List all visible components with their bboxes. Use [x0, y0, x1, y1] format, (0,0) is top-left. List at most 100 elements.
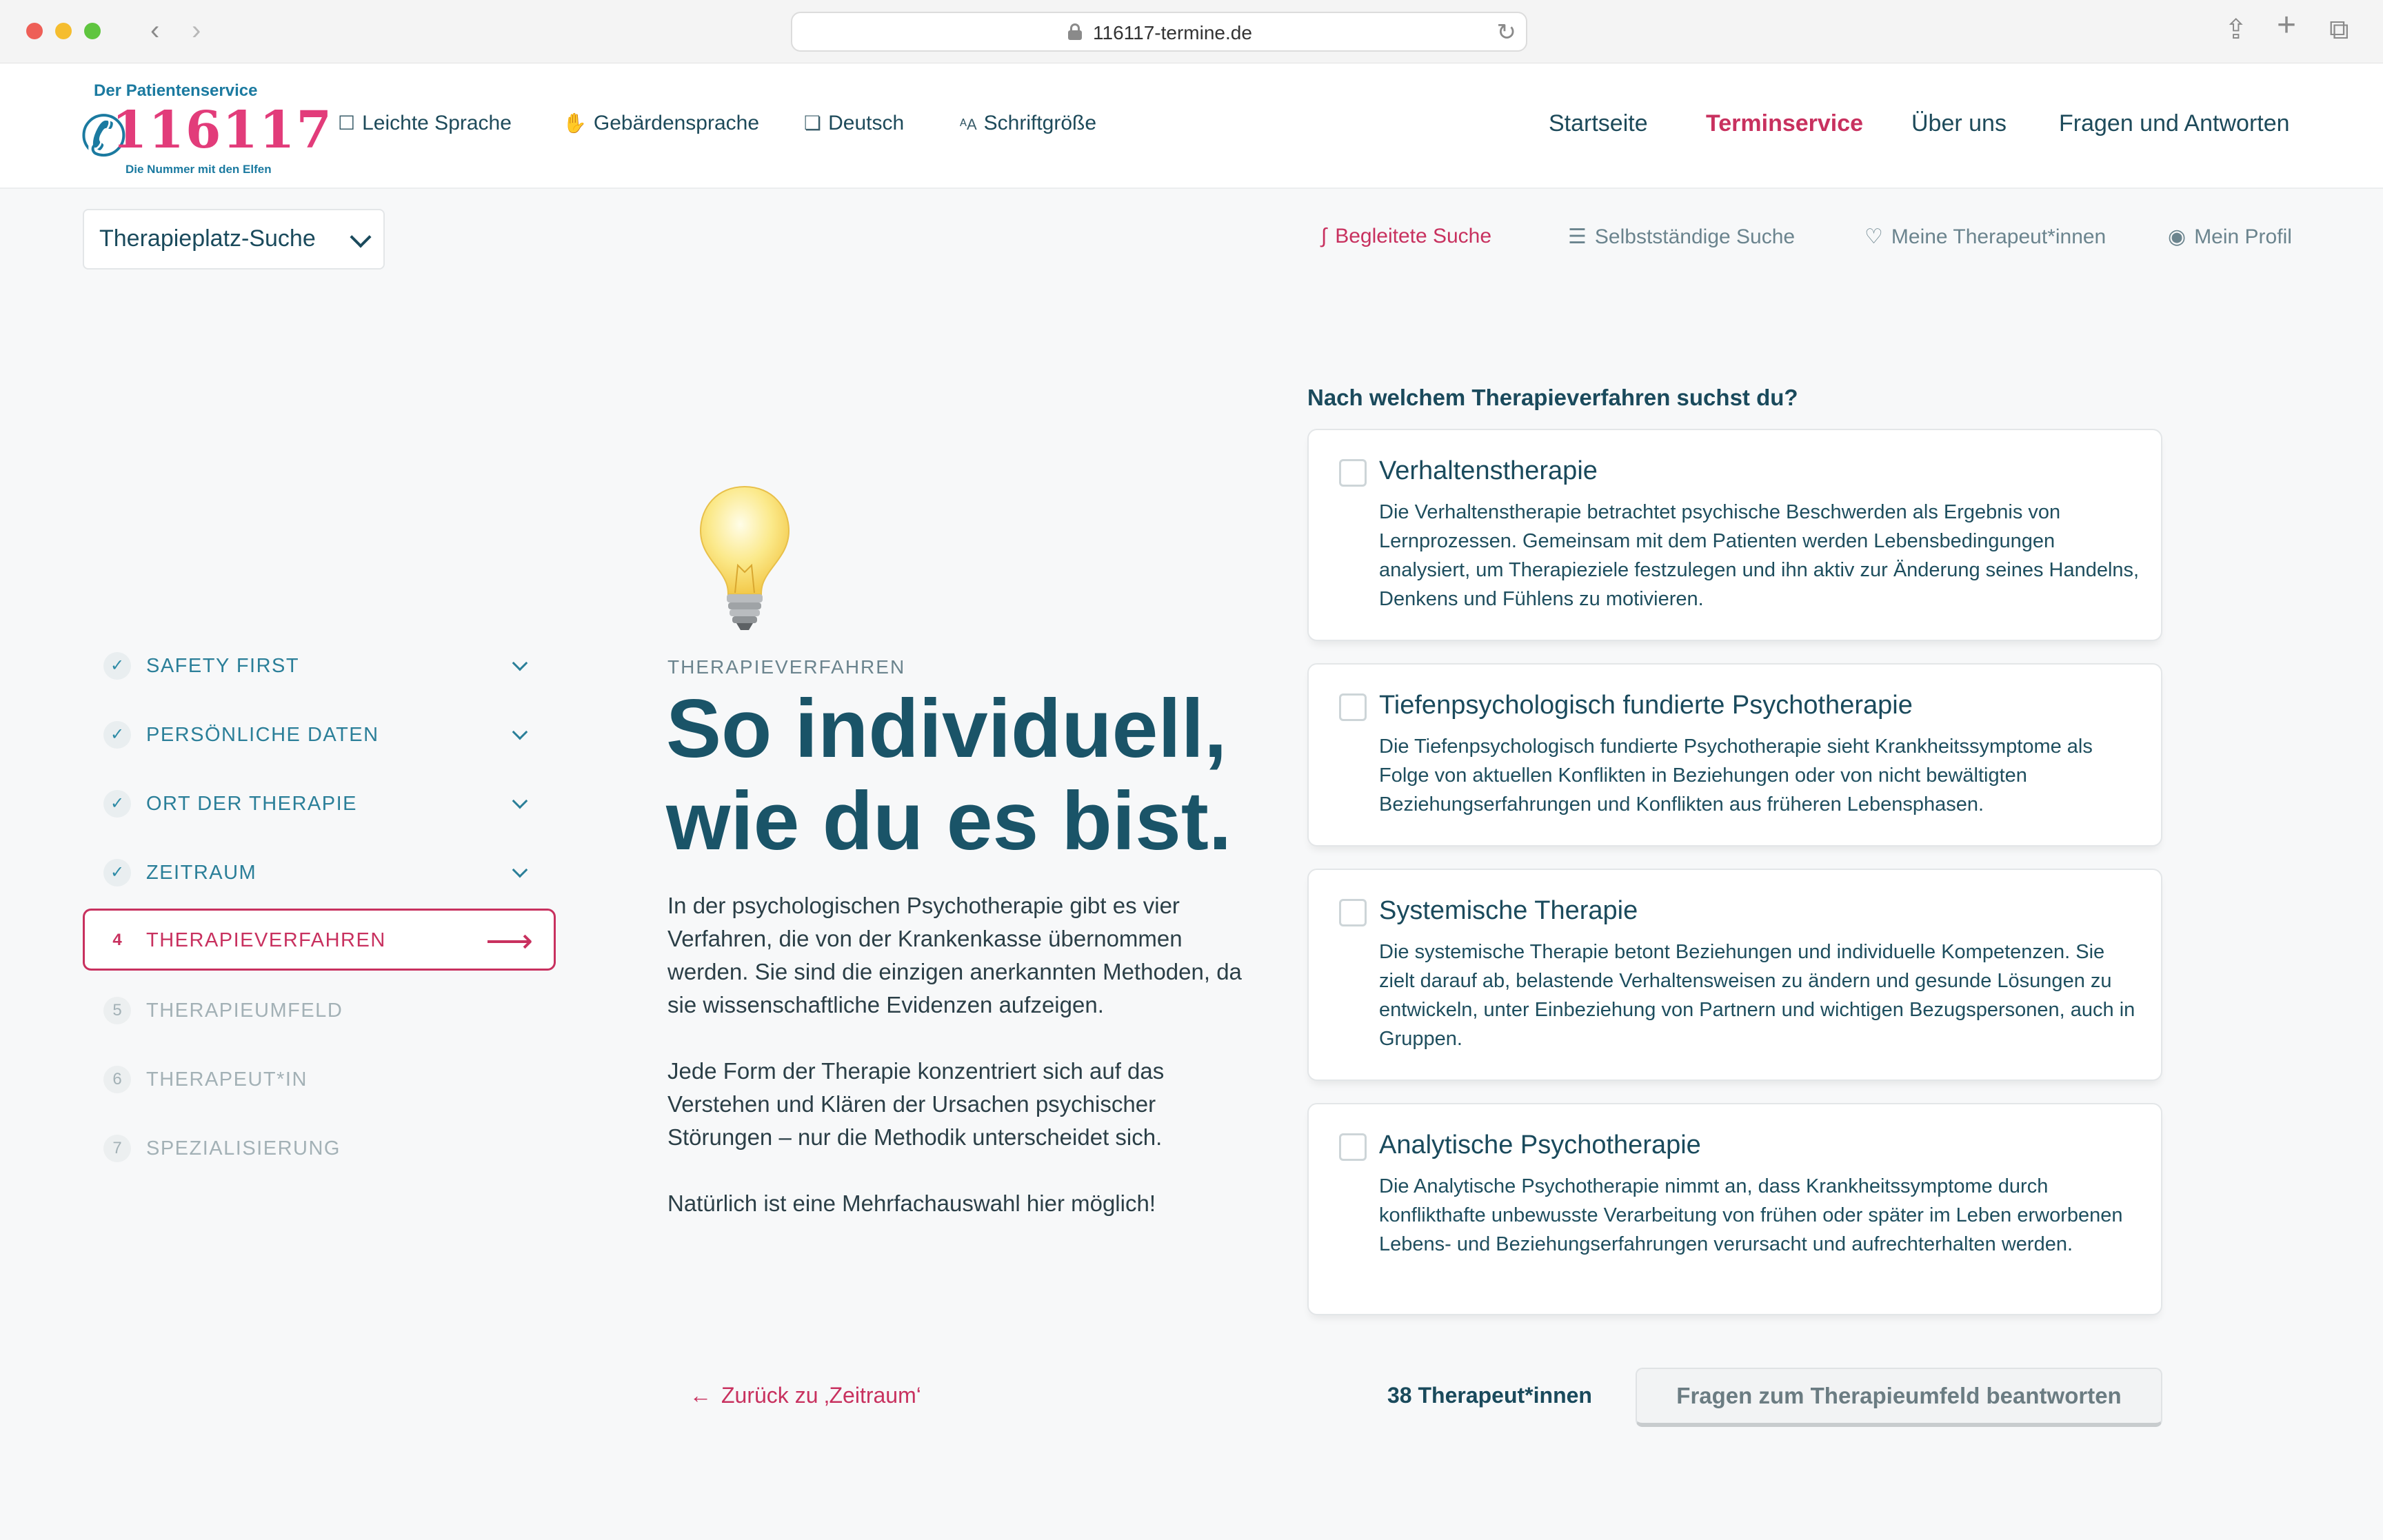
plus-icon[interactable]: + — [2277, 8, 2296, 43]
back-link-label: Zurück zu ‚Zeitraum‘ — [721, 1383, 921, 1408]
site-header: Der Patientenservice ✆ 116117 Die Nummer… — [0, 63, 2383, 189]
heart-icon: ♡ — [1864, 225, 1883, 248]
user-circle-icon: ◉ — [2168, 225, 2186, 248]
chevron-down-icon — [512, 724, 528, 740]
logo-number: 116117 — [112, 101, 333, 160]
intro-paragraph: Natürlich ist eine Mehrfachauswahl hier … — [667, 1191, 1156, 1216]
lightbulb-icon — [699, 485, 790, 630]
lock-icon — [1068, 23, 1082, 40]
option-title: Verhaltenstherapie — [1379, 456, 1598, 485]
option-checkbox[interactable] — [1339, 693, 1367, 721]
sign-language-link[interactable]: ✋ Gebärdensprache — [563, 112, 759, 135]
tab-begleitete-suche-label: Begleitete Suche — [1335, 225, 1492, 247]
option-checkbox[interactable] — [1339, 459, 1367, 487]
share-icon[interactable]: ⇪ — [2224, 12, 2248, 47]
step-label: ORT DER THERAPIE — [146, 793, 358, 815]
logo[interactable]: Der Patientenservice ✆ 116117 Die Nummer… — [80, 81, 332, 176]
nav-terminservice[interactable]: Terminservice — [1706, 110, 1863, 137]
step-persoenliche-daten[interactable]: ✓ PERSÖNLICHE DATEN — [83, 703, 556, 765]
option-description: Die Analytische Psychotherapie nimmt an,… — [1379, 1175, 2123, 1255]
language-link[interactable]: ❏ Deutsch — [804, 112, 904, 135]
option-card-verhaltenstherapie[interactable]: Verhaltenstherapie Die Verhaltenstherapi… — [1307, 429, 2162, 641]
step-therapieverfahren[interactable]: 4 THERAPIEVERFAHREN ⟶ — [83, 909, 556, 971]
search-type-dropdown[interactable]: Therapieplatz-Suche — [83, 209, 385, 270]
chevron-down-icon — [512, 793, 528, 809]
option-checkbox[interactable] — [1339, 899, 1367, 926]
easy-language-link[interactable]: ☐ Leichte Sprache — [338, 112, 512, 135]
chevron-down-icon — [350, 226, 372, 248]
step-therapeutin: 6 THERAPEUT*IN — [83, 1048, 556, 1110]
step-safety-first[interactable]: ✓ SAFETY FIRST — [83, 634, 556, 696]
step-label: ZEITRAUM — [146, 862, 257, 884]
check-icon: ✓ — [103, 790, 131, 818]
window-minimize-button[interactable] — [55, 23, 72, 39]
font-size-icon: ᴬA — [960, 116, 977, 133]
url-text: 116117-termine.de — [1093, 22, 1252, 43]
reload-icon[interactable]: ↻ — [1497, 19, 1517, 46]
step-ort-der-therapie[interactable]: ✓ ORT DER THERAPIE — [83, 772, 556, 834]
window-zoom-button[interactable] — [84, 23, 101, 39]
logo-tagline: Die Nummer mit den Elfen — [125, 163, 272, 176]
check-icon: ✓ — [103, 859, 131, 886]
step-label: SPEZIALISIERUNG — [146, 1137, 341, 1159]
check-icon: ✓ — [103, 652, 131, 680]
speech-bubble-icon: ☐ — [338, 112, 356, 134]
next-step-button[interactable]: Fragen zum Therapieumfeld beantworten — [1636, 1368, 2162, 1427]
forward-arrow-icon[interactable]: › — [192, 15, 201, 45]
step-number: 5 — [103, 997, 131, 1024]
intro-paragraph: In der psychologischen Psychotherapie gi… — [667, 893, 1242, 1017]
chevron-down-icon — [512, 862, 528, 878]
font-size-label: Schriftgröße — [983, 112, 1097, 134]
logo-top-line: Der Patientenservice — [94, 81, 258, 100]
step-label: THERAPEUT*IN — [146, 1068, 308, 1091]
tab-selbststaendige-suche[interactable]: ☰ Selbstständige Suche — [1568, 225, 1795, 249]
arrow-left-icon: ← — [690, 1383, 712, 1408]
language-label: Deutsch — [828, 112, 905, 134]
step-label: SAFETY FIRST — [146, 655, 300, 677]
hand-icon: ✋ — [563, 112, 587, 134]
arrow-right-icon: ⟶ — [485, 923, 533, 960]
sliders-icon: ☰ — [1568, 225, 1587, 248]
check-icon: ✓ — [103, 721, 131, 749]
tab-meine-therapeuten[interactable]: ♡ Meine Therapeut*innen — [1864, 225, 2106, 249]
tab-meine-therapeuten-label: Meine Therapeut*innen — [1891, 225, 2107, 248]
intro-paragraph: Jede Form der Therapie konzentriert sich… — [667, 1058, 1165, 1150]
step-therapieumfeld: 5 THERAPIEUMFELD — [83, 979, 556, 1041]
window-close-button[interactable] — [26, 23, 43, 39]
back-arrow-icon[interactable]: ‹ — [150, 15, 159, 45]
step-label: THERAPIEVERFAHREN — [146, 929, 386, 951]
tab-begleitete-suche[interactable]: ∫ Begleitete Suche — [1321, 225, 1491, 248]
step-number: 4 — [112, 931, 122, 949]
tab-selbststaendige-suche-label: Selbstständige Suche — [1594, 225, 1796, 248]
step-label: PERSÖNLICHE DATEN — [146, 724, 379, 746]
nav-startseite[interactable]: Startseite — [1549, 110, 1648, 137]
sign-language-label: Gebärdensprache — [593, 112, 760, 134]
option-card-tiefenpsychologisch[interactable]: Tiefenpsychologisch fundierte Psychother… — [1307, 663, 2162, 847]
nav-ueber-uns[interactable]: Über uns — [1911, 110, 2007, 137]
tabs-icon[interactable]: ⧉ — [2329, 12, 2349, 47]
option-title: Systemische Therapie — [1379, 896, 1638, 925]
option-card-systemische-therapie[interactable]: Systemische Therapie Die systemische The… — [1307, 869, 2162, 1081]
chevron-down-icon — [512, 655, 528, 671]
search-type-label: Therapieplatz-Suche — [99, 225, 316, 252]
chat-bubbles-icon: ❏ — [804, 112, 822, 134]
option-title: Tiefenpsychologisch fundierte Psychother… — [1379, 691, 1913, 720]
step-zeitraum[interactable]: ✓ ZEITRAUM — [83, 841, 556, 903]
tab-mein-profil-label: Mein Profil — [2194, 225, 2292, 248]
step-spezialisierung: 7 SPEZIALISIERUNG — [83, 1117, 556, 1179]
page-title: So individuell, wie du es bist. — [666, 682, 1232, 867]
section-eyebrow: THERAPIEVERFAHREN — [667, 656, 906, 678]
tab-mein-profil[interactable]: ◉ Mein Profil — [2168, 225, 2292, 249]
font-size-link[interactable]: ᴬA Schriftgröße — [960, 112, 1096, 135]
option-title: Analytische Psychotherapie — [1379, 1131, 1701, 1159]
nav-faq[interactable]: Fragen und Antworten — [2059, 110, 2290, 137]
easy-language-label: Leichte Sprache — [362, 112, 512, 134]
question-label: Nach welchem Therapieverfahren suchst du… — [1307, 385, 1798, 410]
option-checkbox[interactable] — [1339, 1133, 1367, 1161]
address-bar[interactable]: 116117-termine.de ↻ — [791, 12, 1527, 52]
step-number: 7 — [103, 1135, 131, 1162]
option-description: Die Tiefenpsychologisch fundierte Psycho… — [1379, 736, 2093, 815]
option-card-analytische-psychotherapie[interactable]: Analytische Psychotherapie Die Analytisc… — [1307, 1103, 2162, 1315]
result-count: 38 Therapeut*innen — [1387, 1383, 1592, 1408]
back-link[interactable]: ← Zurück zu ‚Zeitraum‘ — [690, 1383, 921, 1408]
